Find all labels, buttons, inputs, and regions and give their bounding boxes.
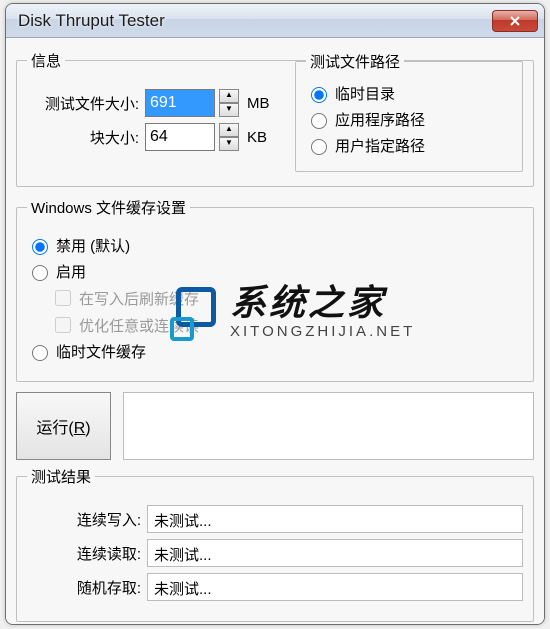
radio-input[interactable] [311, 87, 327, 103]
run-area: 运行(R) [16, 392, 534, 460]
file-size-label: 测试文件大小: [27, 93, 145, 114]
app-window: Disk Thruput Tester 信息 测试文件大小: ▲ ▼ [5, 3, 545, 625]
spin-up-icon[interactable]: ▲ [219, 89, 239, 103]
cache-group: Windows 文件缓存设置 禁用 (默认) 启用 在写入后刷新缓存 优化任意或… [16, 197, 534, 382]
path-user-radio[interactable]: 用户指定路径 [306, 135, 512, 156]
rand-access-label: 随机存取: [27, 577, 147, 598]
spin-up-icon[interactable]: ▲ [219, 123, 239, 137]
seq-write-label: 连续写入: [27, 509, 147, 530]
block-size-label: 块大小: [27, 127, 145, 148]
spin-down-icon[interactable]: ▼ [219, 137, 239, 151]
close-button[interactable] [492, 10, 538, 32]
info-legend: 信息 [27, 50, 65, 71]
window-title: Disk Thruput Tester [18, 11, 492, 31]
cache-enable-radio[interactable]: 启用 [27, 261, 523, 282]
seq-read-label: 连续读取: [27, 543, 147, 564]
cache-enable-label: 启用 [56, 261, 86, 282]
path-legend: 测试文件路径 [306, 51, 404, 72]
radio-input[interactable] [311, 113, 327, 129]
flush-check-label: 在写入后刷新缓存 [79, 288, 199, 309]
radio-input[interactable] [32, 239, 48, 255]
block-size-unit: KB [247, 129, 267, 146]
run-button-label: 运行(R) [36, 414, 90, 438]
path-temp-label: 临时目录 [335, 83, 395, 104]
cache-temp-label: 临时文件缓存 [56, 341, 146, 362]
flush-check: 在写入后刷新缓存 [51, 287, 523, 309]
run-button[interactable]: 运行(R) [16, 392, 111, 460]
file-size-input[interactable] [145, 89, 215, 117]
cache-disable-label: 禁用 (默认) [56, 235, 130, 256]
seq-read-value: 未测试... [147, 539, 523, 567]
radio-input[interactable] [32, 345, 48, 361]
checkbox-input [55, 290, 71, 306]
seq-write-value: 未测试... [147, 505, 523, 533]
path-app-label: 应用程序路径 [335, 109, 425, 130]
path-user-label: 用户指定路径 [335, 135, 425, 156]
path-group: 测试文件路径 临时目录 应用程序路径 用户指定路径 [295, 61, 523, 172]
file-size-unit: MB [247, 95, 270, 112]
block-size-spinner[interactable]: ▲ ▼ [219, 123, 239, 151]
block-size-input[interactable] [145, 123, 215, 151]
path-temp-radio[interactable]: 临时目录 [306, 83, 512, 104]
close-icon [509, 15, 521, 27]
checkbox-input [55, 317, 71, 333]
optimize-check-label: 优化任意或连续读 [79, 315, 199, 336]
file-size-spinner[interactable]: ▲ ▼ [219, 89, 239, 117]
radio-input[interactable] [311, 139, 327, 155]
cache-legend: Windows 文件缓存设置 [27, 197, 190, 218]
titlebar: Disk Thruput Tester [6, 4, 544, 38]
run-output [123, 392, 534, 460]
cache-disable-radio[interactable]: 禁用 (默认) [27, 235, 523, 256]
radio-input[interactable] [32, 265, 48, 281]
optimize-check: 优化任意或连续读 [51, 314, 523, 336]
results-legend: 测试结果 [27, 466, 95, 487]
cache-temp-radio[interactable]: 临时文件缓存 [27, 341, 523, 362]
path-app-radio[interactable]: 应用程序路径 [306, 109, 512, 130]
rand-access-value: 未测试... [147, 573, 523, 601]
results-group: 测试结果 连续写入: 未测试... 连续读取: 未测试... 随机存取: 未测试… [16, 466, 534, 622]
spin-down-icon[interactable]: ▼ [219, 103, 239, 117]
info-group: 信息 测试文件大小: ▲ ▼ MB [16, 50, 534, 187]
